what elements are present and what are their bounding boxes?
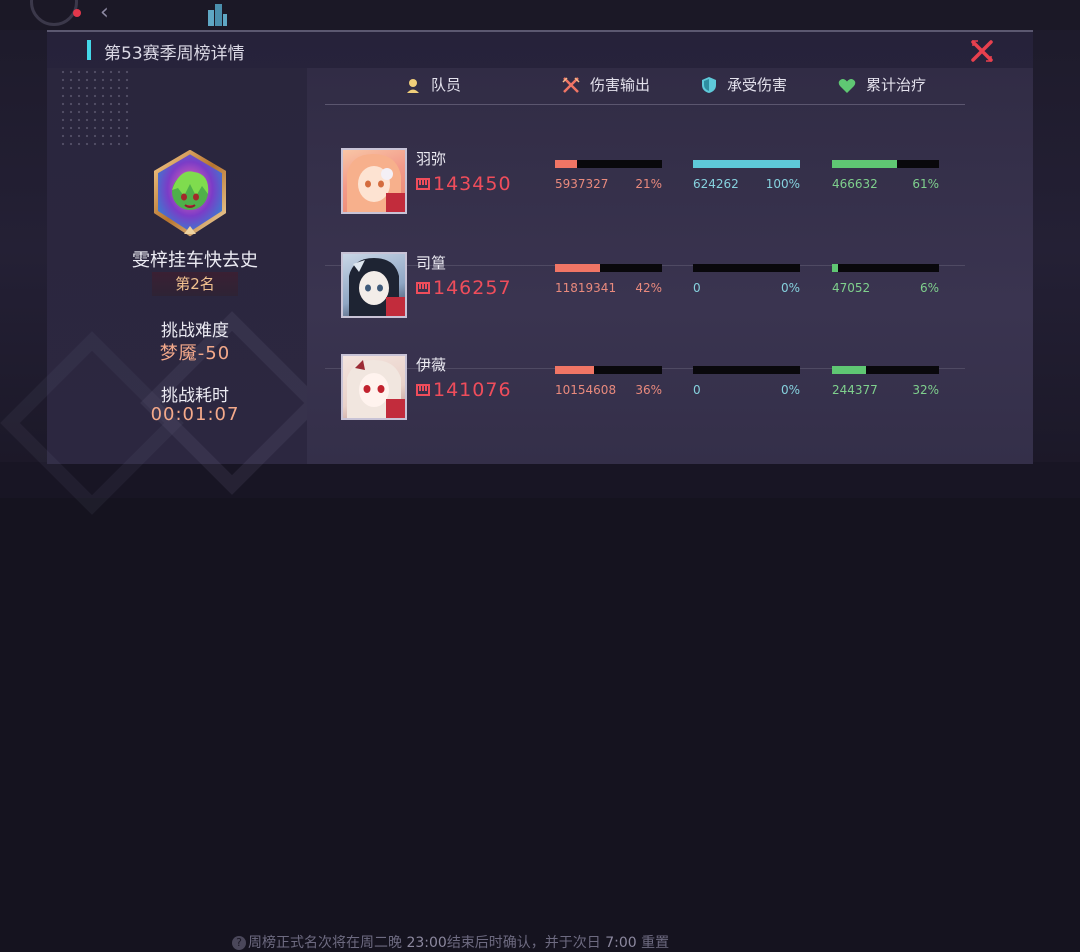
time-value: 00:01:07 — [150, 404, 240, 425]
taken-bar — [693, 366, 800, 374]
building-icon — [208, 4, 227, 26]
heal-percent: 32% — [912, 383, 939, 397]
table-header: 队员 伤害输出 承受伤害 累计治疗 — [325, 68, 965, 105]
heal-bar-fill — [832, 366, 867, 374]
header-heal-label: 累计治疗 — [866, 76, 927, 94]
team-member-row[interactable]: 羽弥 143450 5937327 21% 624262 100% 466632… — [325, 148, 965, 248]
header-heal: 累计治疗 — [838, 74, 926, 95]
heart-icon — [838, 79, 856, 93]
taken-percent: 100% — [765, 177, 800, 191]
taken-value: 0 — [693, 383, 701, 397]
taken-bar — [693, 264, 800, 272]
notice-time-b: 7:00 — [605, 935, 637, 951]
heal-bar — [832, 264, 939, 272]
power-fist-icon — [416, 384, 430, 396]
info-icon: ? — [232, 936, 246, 950]
hero-power-value: 143450 — [433, 173, 512, 195]
decorative-dots — [59, 68, 129, 148]
header-damage: 伤害输出 — [562, 74, 650, 95]
taken-value: 624262 — [693, 177, 739, 191]
rank-badge: 第2名 — [152, 272, 238, 296]
team-member-row[interactable]: 司篁 146257 11819341 42% 0 0% 47052 6% — [325, 252, 965, 352]
damage-bar-fill — [555, 264, 600, 272]
hero-portrait — [341, 354, 407, 420]
player-avatar-emblem — [154, 150, 226, 237]
hero-name: 司篁 — [416, 254, 447, 272]
damage-percent: 21% — [635, 177, 662, 191]
hero-power-value: 146257 — [433, 277, 512, 299]
notice-time-a: 23:00 — [406, 935, 447, 951]
power-fist-icon — [416, 282, 430, 294]
modal-title-bar: 第53赛季周榜详情 — [47, 32, 1033, 70]
header-damage-label: 伤害输出 — [590, 76, 651, 94]
season-weekly-detail-modal: 第53赛季周榜详情 雯梓挂车快去史 第2名 挑战难度 梦魇-50 挑战耗时 00… — [0, 30, 1033, 515]
damage-bar — [555, 160, 662, 168]
heal-percent: 6% — [919, 281, 939, 295]
heal-bar — [832, 366, 939, 374]
shield-icon — [702, 77, 716, 93]
hero-power-value: 141076 — [433, 379, 512, 401]
back-arrow-icon: ‹ — [100, 0, 109, 25]
heal-value: 466632 — [832, 177, 878, 191]
damage-value: 11819341 — [555, 281, 617, 295]
taken-bar — [693, 160, 800, 168]
heal-bar-fill — [832, 160, 898, 168]
notice-text-a: 周榜正式名次将在周二晚 — [248, 935, 407, 951]
player-name: 雯梓挂车快去史 — [132, 250, 258, 271]
taken-percent: 0% — [780, 383, 800, 397]
difficulty-label: 挑战难度 — [161, 321, 229, 341]
notice-text-b: 结束后时确认，并于次日 — [446, 935, 606, 951]
damage-percent: 36% — [635, 383, 662, 397]
star-badge-icon — [386, 193, 405, 212]
team-member-row[interactable]: 伊薇 141076 10154608 36% 0 0% 244377 32% — [325, 354, 965, 454]
close-icon[interactable] — [969, 38, 995, 64]
rank-text: 第2名 — [175, 275, 215, 293]
player-summary-panel: 雯梓挂车快去史 第2名 挑战难度 梦魇-50 挑战耗时 00:01:07 — [0, 68, 324, 515]
heal-value: 47052 — [832, 281, 871, 295]
power-fist-icon — [416, 178, 430, 190]
difficulty-value: 梦魇-50 — [159, 343, 231, 364]
damage-bar-fill — [555, 366, 594, 374]
star-badge-icon — [386, 399, 405, 418]
hero-portrait — [341, 148, 407, 214]
star-badge-icon — [386, 297, 405, 316]
team-stats-table: 队员 伤害输出 承受伤害 累计治疗 羽弥 143450 5937327 21% … — [307, 68, 1033, 464]
notice-text-c: 重置 — [636, 935, 670, 951]
background-top-bar: ‹ — [0, 0, 1080, 30]
hero-power: 141076 — [416, 379, 512, 401]
title-accent-bar — [87, 40, 91, 60]
header-taken: 承受伤害 — [701, 74, 787, 95]
hero-portrait — [341, 252, 407, 318]
damage-bar — [555, 366, 662, 374]
header-taken-label: 承受伤害 — [727, 76, 788, 94]
member-icon — [407, 79, 419, 93]
hero-name: 羽弥 — [416, 150, 447, 168]
heal-value: 244377 — [832, 383, 878, 397]
damage-bar-fill — [555, 160, 578, 168]
hero-name: 伊薇 — [416, 356, 447, 374]
damage-percent: 42% — [635, 281, 662, 295]
damage-value: 5937327 — [555, 177, 609, 191]
hero-power: 143450 — [416, 173, 512, 195]
heal-bar — [832, 160, 939, 168]
weekly-reset-notice: ? 周榜正式名次将在周二晚 23:00结束后时确认，并于次日 7:00 重置 — [232, 932, 669, 952]
taken-percent: 0% — [780, 281, 800, 295]
heal-bar-fill — [832, 264, 839, 272]
header-member-label: 队员 — [431, 76, 462, 94]
background-avatar-ring — [30, 0, 78, 26]
heal-percent: 61% — [912, 177, 939, 191]
time-label: 挑战耗时 — [161, 386, 229, 406]
header-member: 队员 — [405, 74, 461, 95]
damage-bar — [555, 264, 662, 272]
taken-bar-fill — [693, 160, 800, 168]
taken-value: 0 — [693, 281, 701, 295]
hero-power: 146257 — [416, 277, 512, 299]
crossed-swords-icon — [562, 77, 580, 93]
modal-title: 第53赛季周榜详情 — [104, 44, 245, 64]
notification-dot — [73, 9, 81, 17]
damage-value: 10154608 — [555, 383, 617, 397]
background-bottom-bar: ? 周榜正式名次将在周二晚 23:00结束后时确认，并于次日 7:00 重置 — [0, 462, 1080, 951]
